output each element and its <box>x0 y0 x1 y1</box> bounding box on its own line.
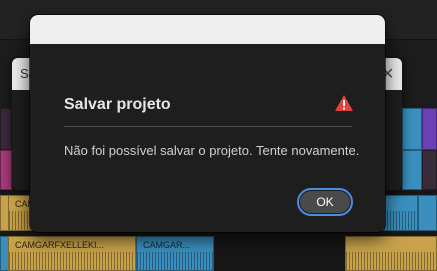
video-clip-thumb[interactable] <box>0 108 12 150</box>
dialog-titlebar <box>30 15 385 44</box>
audio-waveform <box>346 251 436 270</box>
audio-clip[interactable] <box>418 195 437 231</box>
dialog-divider <box>64 126 352 127</box>
video-clip-thumb[interactable] <box>422 150 437 190</box>
video-clip-magenta[interactable] <box>0 150 12 190</box>
clip-label: CAMGARFXELLEKI... <box>15 240 105 250</box>
warning-triangle-icon <box>335 95 353 111</box>
audio-waveform <box>9 251 135 270</box>
dialog-message: Não foi possível salvar o projeto. Tente… <box>64 143 360 158</box>
audio-clip[interactable]: CAMGAR... <box>136 236 214 271</box>
dialog-title: Salvar projeto <box>64 96 171 113</box>
audio-clip[interactable] <box>402 150 422 190</box>
save-project-alert-dialog: Salvar projeto Não foi possível salvar o… <box>30 15 385 232</box>
audio-clip[interactable] <box>402 108 422 150</box>
clip-label: CAMGAR... <box>143 240 191 250</box>
video-clip-purple[interactable] <box>422 108 437 150</box>
audio-waveform <box>137 251 213 270</box>
audio-clip[interactable]: CAMGARFXELLEKI... <box>8 236 136 271</box>
ok-button[interactable]: OK <box>297 188 353 216</box>
audio-clip[interactable] <box>345 236 437 271</box>
